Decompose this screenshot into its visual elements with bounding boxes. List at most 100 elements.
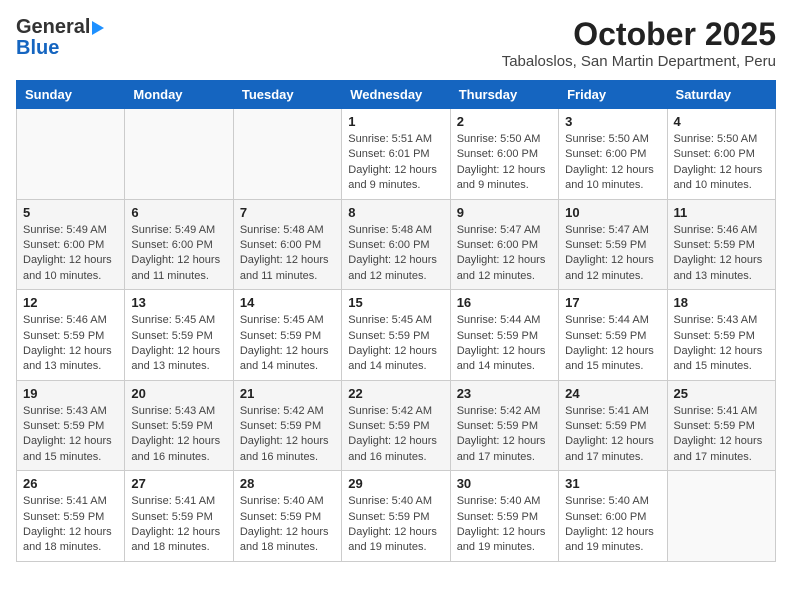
calendar-day-cell: 2 Sunrise: 5:50 AM Sunset: 6:00 PM Daylig…	[450, 109, 558, 200]
calendar-day-cell: 18 Sunrise: 5:43 AM Sunset: 5:59 PM Dayli…	[667, 290, 775, 381]
calendar-day-cell: 29 Sunrise: 5:40 AM Sunset: 5:59 PM Dayli…	[342, 471, 450, 562]
calendar-day-cell: 10Sunrise: 5:47 AM Sunset: 5:59 PM Dayli…	[559, 199, 667, 290]
day-info: Sunrise: 5:40 AM Sunset: 5:59 PM Dayligh…	[348, 494, 443, 556]
day-number: 31	[565, 476, 660, 491]
day-info: Sunrise: 5:51 AM Sunset: 6:01 PM Dayligh…	[348, 132, 443, 194]
day-number: 5	[23, 205, 118, 220]
day-info: Sunrise: 5:48 AM Sunset: 6:00 PM Dayligh…	[348, 223, 443, 285]
day-info: Sunrise: 5:40 AM Sunset: 6:00 PM Dayligh…	[565, 494, 660, 556]
title-block: October 2025 Tabaloslos, San Martin Depa…	[502, 16, 776, 70]
calendar-day-cell: 9 Sunrise: 5:47 AM Sunset: 6:00 PM Daylig…	[450, 199, 558, 290]
day-number: 17	[565, 295, 660, 310]
logo: General Blue	[16, 16, 104, 60]
calendar-day-cell: 19 Sunrise: 5:43 AM Sunset: 5:59 PM Dayli…	[17, 380, 125, 471]
calendar-day-cell	[125, 109, 233, 200]
logo-general-text: General	[16, 16, 90, 39]
calendar-day-cell	[17, 109, 125, 200]
day-number: 16	[457, 295, 552, 310]
calendar-week-row: 26 Sunrise: 5:41 AM Sunset: 5:59 PM Dayli…	[17, 471, 776, 562]
day-info: Sunrise: 5:43 AM Sunset: 5:59 PM Dayligh…	[131, 404, 226, 466]
day-number: 11	[674, 205, 769, 220]
calendar-day-header: Friday	[559, 81, 667, 109]
calendar-day-cell: 13 Sunrise: 5:45 AM Sunset: 5:59 PM Dayli…	[125, 290, 233, 381]
day-info: Sunrise: 5:50 AM Sunset: 6:00 PM Dayligh…	[674, 132, 769, 194]
day-info: Sunrise: 5:45 AM Sunset: 5:59 PM Dayligh…	[348, 313, 443, 375]
calendar-day-cell: 4 Sunrise: 5:50 AM Sunset: 6:00 PM Daylig…	[667, 109, 775, 200]
calendar-day-cell: 23 Sunrise: 5:42 AM Sunset: 5:59 PM Dayli…	[450, 380, 558, 471]
day-number: 22	[348, 386, 443, 401]
calendar-day-cell: 30Sunrise: 5:40 AM Sunset: 5:59 PM Dayli…	[450, 471, 558, 562]
day-info: Sunrise: 5:49 AM Sunset: 6:00 PM Dayligh…	[23, 223, 118, 285]
calendar-week-row: 5 Sunrise: 5:49 AM Sunset: 6:00 PM Daylig…	[17, 199, 776, 290]
calendar-day-cell: 24Sunrise: 5:41 AM Sunset: 5:59 PM Dayli…	[559, 380, 667, 471]
day-info: Sunrise: 5:49 AM Sunset: 6:00 PM Dayligh…	[131, 223, 226, 285]
calendar-day-header: Thursday	[450, 81, 558, 109]
day-number: 7	[240, 205, 335, 220]
calendar-day-cell: 25Sunrise: 5:41 AM Sunset: 5:59 PM Dayli…	[667, 380, 775, 471]
calendar-table: SundayMondayTuesdayWednesdayThursdayFrid…	[16, 80, 776, 562]
calendar-day-cell: 7Sunrise: 5:48 AM Sunset: 6:00 PM Daylig…	[233, 199, 341, 290]
calendar-day-cell: 16Sunrise: 5:44 AM Sunset: 5:59 PM Dayli…	[450, 290, 558, 381]
day-number: 27	[131, 476, 226, 491]
day-info: Sunrise: 5:46 AM Sunset: 5:59 PM Dayligh…	[23, 313, 118, 375]
day-number: 29	[348, 476, 443, 491]
day-number: 14	[240, 295, 335, 310]
day-number: 15	[348, 295, 443, 310]
day-info: Sunrise: 5:41 AM Sunset: 5:59 PM Dayligh…	[23, 494, 118, 556]
day-info: Sunrise: 5:46 AM Sunset: 5:59 PM Dayligh…	[674, 223, 769, 285]
day-info: Sunrise: 5:47 AM Sunset: 5:59 PM Dayligh…	[565, 223, 660, 285]
calendar-week-row: 12Sunrise: 5:46 AM Sunset: 5:59 PM Dayli…	[17, 290, 776, 381]
calendar-week-row: 1Sunrise: 5:51 AM Sunset: 6:01 PM Daylig…	[17, 109, 776, 200]
calendar-week-row: 19 Sunrise: 5:43 AM Sunset: 5:59 PM Dayli…	[17, 380, 776, 471]
day-number: 24	[565, 386, 660, 401]
day-number: 9	[457, 205, 552, 220]
calendar-day-header: Tuesday	[233, 81, 341, 109]
day-number: 19	[23, 386, 118, 401]
day-info: Sunrise: 5:50 AM Sunset: 6:00 PM Dayligh…	[457, 132, 552, 194]
day-info: Sunrise: 5:42 AM Sunset: 5:59 PM Dayligh…	[348, 404, 443, 466]
day-info: Sunrise: 5:47 AM Sunset: 6:00 PM Dayligh…	[457, 223, 552, 285]
logo-blue-text: Blue	[16, 37, 59, 60]
calendar-day-header: Sunday	[17, 81, 125, 109]
calendar-day-cell: 31 Sunrise: 5:40 AM Sunset: 6:00 PM Dayli…	[559, 471, 667, 562]
calendar-day-cell: 21 Sunrise: 5:42 AM Sunset: 5:59 PM Dayli…	[233, 380, 341, 471]
day-number: 18	[674, 295, 769, 310]
calendar-day-cell: 15 Sunrise: 5:45 AM Sunset: 5:59 PM Dayli…	[342, 290, 450, 381]
day-number: 4	[674, 114, 769, 129]
calendar-day-header: Saturday	[667, 81, 775, 109]
day-number: 3	[565, 114, 660, 129]
calendar-header-row: SundayMondayTuesdayWednesdayThursdayFrid…	[17, 81, 776, 109]
calendar-day-cell	[667, 471, 775, 562]
day-info: Sunrise: 5:41 AM Sunset: 5:59 PM Dayligh…	[674, 404, 769, 466]
calendar-day-cell: 28Sunrise: 5:40 AM Sunset: 5:59 PM Dayli…	[233, 471, 341, 562]
day-info: Sunrise: 5:43 AM Sunset: 5:59 PM Dayligh…	[23, 404, 118, 466]
calendar-day-cell	[233, 109, 341, 200]
calendar-day-cell: 8 Sunrise: 5:48 AM Sunset: 6:00 PM Daylig…	[342, 199, 450, 290]
day-number: 30	[457, 476, 552, 491]
day-info: Sunrise: 5:44 AM Sunset: 5:59 PM Dayligh…	[565, 313, 660, 375]
day-info: Sunrise: 5:42 AM Sunset: 5:59 PM Dayligh…	[240, 404, 335, 466]
day-number: 2	[457, 114, 552, 129]
day-info: Sunrise: 5:42 AM Sunset: 5:59 PM Dayligh…	[457, 404, 552, 466]
day-info: Sunrise: 5:45 AM Sunset: 5:59 PM Dayligh…	[240, 313, 335, 375]
day-info: Sunrise: 5:45 AM Sunset: 5:59 PM Dayligh…	[131, 313, 226, 375]
day-number: 21	[240, 386, 335, 401]
day-info: Sunrise: 5:50 AM Sunset: 6:00 PM Dayligh…	[565, 132, 660, 194]
day-number: 28	[240, 476, 335, 491]
day-number: 20	[131, 386, 226, 401]
day-number: 23	[457, 386, 552, 401]
calendar-day-cell: 6Sunrise: 5:49 AM Sunset: 6:00 PM Daylig…	[125, 199, 233, 290]
calendar-day-cell: 27 Sunrise: 5:41 AM Sunset: 5:59 PM Dayli…	[125, 471, 233, 562]
day-info: Sunrise: 5:41 AM Sunset: 5:59 PM Dayligh…	[131, 494, 226, 556]
day-info: Sunrise: 5:43 AM Sunset: 5:59 PM Dayligh…	[674, 313, 769, 375]
calendar-day-cell: 14 Sunrise: 5:45 AM Sunset: 5:59 PM Dayli…	[233, 290, 341, 381]
day-number: 13	[131, 295, 226, 310]
page-title: October 2025	[502, 16, 776, 53]
calendar-day-cell: 5 Sunrise: 5:49 AM Sunset: 6:00 PM Daylig…	[17, 199, 125, 290]
page-header: General Blue October 2025 Tabaloslos, Sa…	[16, 16, 776, 70]
day-number: 26	[23, 476, 118, 491]
calendar-day-header: Monday	[125, 81, 233, 109]
day-number: 8	[348, 205, 443, 220]
calendar-day-cell: 11 Sunrise: 5:46 AM Sunset: 5:59 PM Dayli…	[667, 199, 775, 290]
page-subtitle: Tabaloslos, San Martin Department, Peru	[502, 53, 776, 70]
